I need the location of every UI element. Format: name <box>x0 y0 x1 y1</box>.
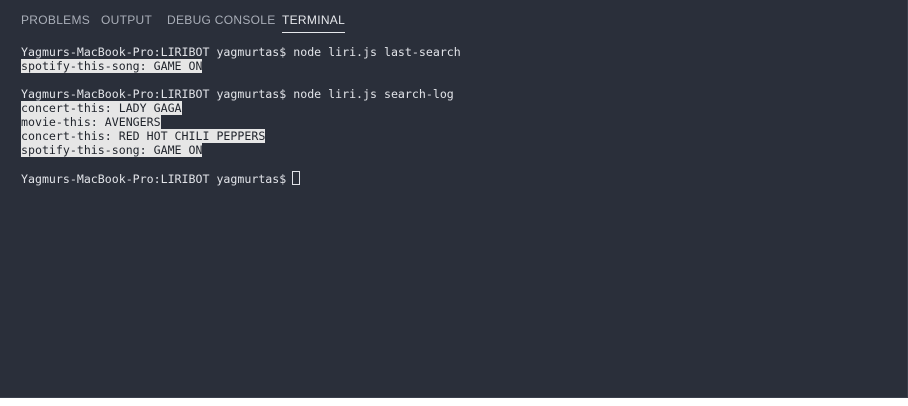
output-line: movie-this: AVENGERS <box>21 115 897 129</box>
command-text: node liri.js search-log <box>293 87 454 101</box>
shell-prompt: Yagmurs-MacBook-Pro:LIRIBOT yagmurtas$ <box>21 87 287 101</box>
tab-debug-console[interactable]: DEBUG CONSOLE <box>167 13 276 27</box>
selected-output-text: spotify-this-song: GAME ON <box>21 59 203 73</box>
active-command-line[interactable]: Yagmurs-MacBook-Pro:LIRIBOT yagmurtas$ <box>21 171 897 186</box>
selected-output-text: concert-this: LADY GAGA <box>21 101 182 115</box>
tab-terminal[interactable]: TERMINAL <box>282 13 346 33</box>
output-line: spotify-this-song: GAME ON <box>21 143 897 157</box>
selected-output-text: spotify-this-song: GAME ON <box>21 143 203 157</box>
selected-output-text: concert-this: RED HOT CHILI PEPPERS <box>21 129 266 143</box>
tab-output[interactable]: OUTPUT <box>101 13 152 27</box>
tab-problems-label: PROBLEMS <box>21 13 91 27</box>
shell-prompt: Yagmurs-MacBook-Pro:LIRIBOT yagmurtas$ <box>21 172 287 186</box>
tab-problems[interactable]: PROBLEMS <box>21 13 90 27</box>
command-line: Yagmurs-MacBook-Pro:LIRIBOT yagmurtas$ n… <box>21 87 897 101</box>
terminal-panel: PROBLEMS OUTPUT DEBUG CONSOLE TERMINAL Y… <box>0 0 908 398</box>
output-line: concert-this: LADY GAGA <box>21 101 897 115</box>
tab-output-label: OUTPUT <box>101 13 153 27</box>
output-line: concert-this: RED HOT CHILI PEPPERS <box>21 129 897 143</box>
selected-output-text: movie-this: AVENGERS <box>21 115 161 129</box>
command-text: node liri.js last-search <box>293 45 461 59</box>
tab-terminal-label: TERMINAL <box>282 13 346 27</box>
output-line: spotify-this-song: GAME ON <box>21 59 897 73</box>
active-tab-indicator <box>282 32 346 33</box>
tab-debug-console-label: DEBUG CONSOLE <box>167 13 276 27</box>
text-cursor <box>292 171 301 185</box>
shell-prompt: Yagmurs-MacBook-Pro:LIRIBOT yagmurtas$ <box>21 45 287 59</box>
terminal-output[interactable]: Yagmurs-MacBook-Pro:LIRIBOT yagmurtas$ n… <box>21 45 897 186</box>
panel-tab-bar: PROBLEMS OUTPUT DEBUG CONSOLE TERMINAL <box>0 0 907 40</box>
command-line: Yagmurs-MacBook-Pro:LIRIBOT yagmurtas$ n… <box>21 45 897 59</box>
